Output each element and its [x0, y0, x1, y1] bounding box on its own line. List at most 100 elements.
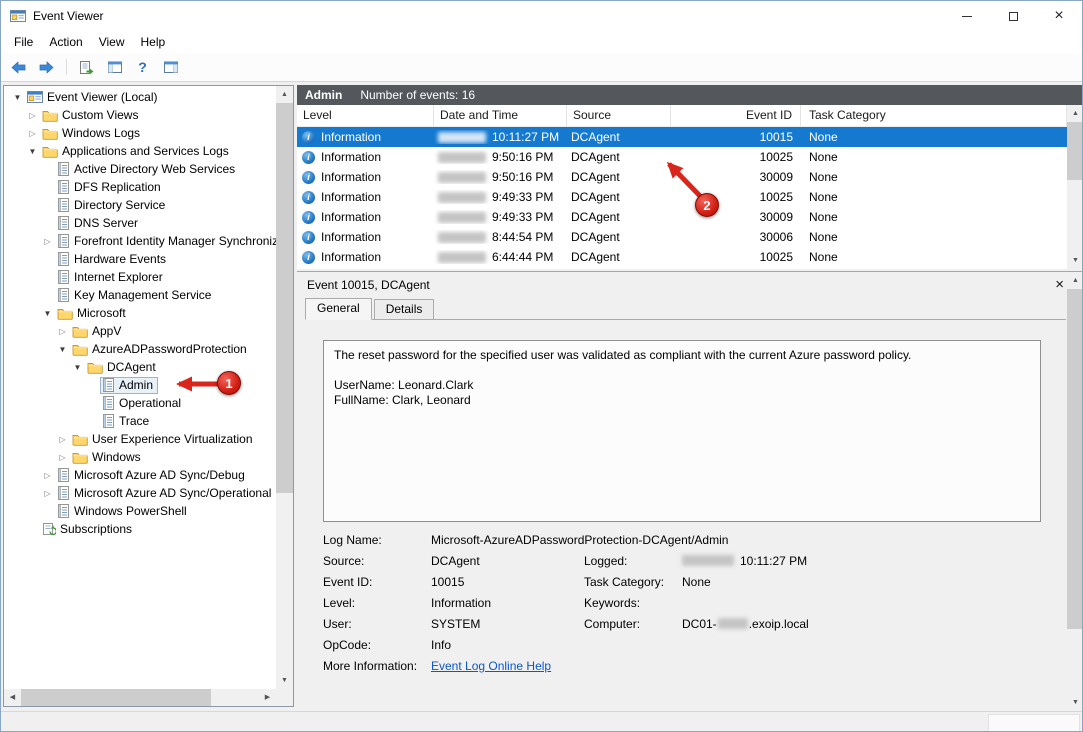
tree-item-subscriptions[interactable]: Subscriptions: [4, 520, 276, 538]
minimize-button[interactable]: [944, 1, 990, 31]
tree-item-applications-and-services-logs[interactable]: ▼Applications and Services Logs: [4, 142, 276, 160]
tree-item-forefront-identity-manager-synchronization[interactable]: ▷Forefront Identity Manager Synchronizat…: [4, 232, 276, 250]
tree-item-azureadpasswordprotection[interactable]: ▼AzureADPasswordProtection: [4, 340, 276, 358]
collapse-icon[interactable]: ▼: [70, 363, 85, 372]
tree-item-label: Directory Service: [74, 198, 165, 212]
tree-item-internet-explorer[interactable]: Internet Explorer: [4, 268, 276, 286]
menu-view[interactable]: View: [91, 35, 133, 49]
scrollbar-thumb[interactable]: [276, 103, 293, 493]
collapse-icon[interactable]: ▼: [40, 309, 55, 318]
tree-item-dns-server[interactable]: DNS Server: [4, 214, 276, 232]
tree-item-appv[interactable]: ▷AppV: [4, 322, 276, 340]
expand-icon[interactable]: ▷: [40, 471, 55, 480]
column-header-task-category[interactable]: Task Category: [801, 105, 1067, 126]
forward-icon[interactable]: [35, 56, 58, 79]
event-log-online-help-link[interactable]: Event Log Online Help: [431, 659, 551, 673]
tree-item-user-experience-virtualization[interactable]: ▷User Experience Virtualization: [4, 430, 276, 448]
event-row[interactable]: iInformation9:49:33 PMDCAgent10025None: [297, 187, 1067, 207]
field-value: 10:11:27 PM: [682, 554, 1054, 572]
menu-file[interactable]: File: [6, 35, 41, 49]
tree-item-body: Forefront Identity Manager Synchronizati…: [55, 233, 276, 250]
scroll-up-icon[interactable]: ▲: [276, 86, 293, 103]
event-row[interactable]: iInformation9:50:16 PMDCAgent30009None: [297, 167, 1067, 187]
tab-details[interactable]: Details: [374, 299, 435, 319]
field-value: Microsoft-AzureADPasswordProtection-DCAg…: [431, 533, 584, 551]
details-header: Event 10015, DCAgent ×: [297, 272, 1083, 297]
tree-item-event-viewer-local[interactable]: ▼Event Viewer (Local): [4, 88, 276, 106]
tree-horizontal-scrollbar[interactable]: ◀ ▶: [4, 689, 276, 706]
field-value: [682, 659, 1054, 677]
tab-general[interactable]: General: [305, 298, 372, 320]
tree-item-microsoft-azure-ad-sync-operational[interactable]: ▷Microsoft Azure AD Sync/Operational: [4, 484, 276, 502]
event-id: 30009: [671, 170, 801, 184]
expand-icon[interactable]: ▷: [55, 453, 70, 462]
tree-item-microsoft-azure-ad-sync-debug[interactable]: ▷Microsoft Azure AD Sync/Debug: [4, 466, 276, 484]
tree-item-active-directory-web-services[interactable]: Active Directory Web Services: [4, 160, 276, 178]
collapse-icon[interactable]: ▼: [25, 147, 40, 156]
scroll-left-icon[interactable]: ◀: [4, 689, 21, 706]
collapse-icon[interactable]: ▼: [55, 345, 70, 354]
event-row[interactable]: iInformation9:50:16 PMDCAgent10025None: [297, 147, 1067, 167]
event-row[interactable]: iInformation9:49:33 PMDCAgent30009None: [297, 207, 1067, 227]
log-icon: [57, 288, 70, 302]
event-row[interactable]: iInformation10:11:27 PMDCAgent10015None: [297, 127, 1067, 147]
back-icon[interactable]: [7, 56, 30, 79]
scroll-right-icon[interactable]: ▶: [259, 689, 276, 706]
event-row[interactable]: iInformation6:44:44 PMDCAgent10025None: [297, 247, 1067, 267]
scrollbar-thumb[interactable]: [21, 689, 211, 706]
scroll-down-icon[interactable]: ▼: [1067, 252, 1083, 269]
scroll-up-icon[interactable]: ▲: [1067, 272, 1083, 289]
column-header-level[interactable]: Level: [297, 105, 434, 126]
show-hide-action-pane-icon[interactable]: [159, 56, 182, 79]
tree-item-hardware-events[interactable]: Hardware Events: [4, 250, 276, 268]
list-vertical-scrollbar[interactable]: ▲ ▼: [1067, 105, 1083, 269]
tree-item-key-management-service[interactable]: Key Management Service: [4, 286, 276, 304]
event-description: The reset password for the specified use…: [323, 340, 1041, 522]
detail-field-row: Log Name:Microsoft-AzureADPasswordProtec…: [323, 530, 1054, 551]
expand-icon[interactable]: ▷: [55, 327, 70, 336]
details-vertical-scrollbar[interactable]: ▲ ▼: [1067, 272, 1083, 711]
scrollbar-thumb[interactable]: [1067, 289, 1083, 629]
log-name: Admin: [305, 88, 342, 102]
description-line: [334, 363, 1030, 378]
tree-item-custom-views[interactable]: ▷Custom Views: [4, 106, 276, 124]
column-header-source[interactable]: Source: [567, 105, 671, 126]
collapse-icon[interactable]: ▼: [10, 93, 25, 102]
detail-field-row: Level:InformationKeywords:: [323, 593, 1054, 614]
tree-item-windows-logs[interactable]: ▷Windows Logs: [4, 124, 276, 142]
expand-icon[interactable]: ▷: [40, 237, 55, 246]
event-source: DCAgent: [567, 190, 671, 204]
scrollbar-thumb[interactable]: [1067, 122, 1083, 180]
tree-item-dfs-replication[interactable]: DFS Replication: [4, 178, 276, 196]
event-task-category: None: [801, 170, 1067, 184]
show-hide-console-tree-icon[interactable]: [103, 56, 126, 79]
column-header-event-id[interactable]: Event ID: [671, 105, 801, 126]
menu-help[interactable]: Help: [133, 35, 174, 49]
expand-icon[interactable]: ▷: [25, 129, 40, 138]
scroll-up-icon[interactable]: ▲: [1067, 105, 1083, 122]
expand-icon[interactable]: ▷: [55, 435, 70, 444]
expand-icon[interactable]: ▷: [25, 111, 40, 120]
tree-item-body: Windows: [70, 449, 146, 466]
tree-vertical-scrollbar[interactable]: ▲ ▼: [276, 86, 293, 689]
menu-action[interactable]: Action: [41, 35, 90, 49]
tree-item-windows-powershell[interactable]: Windows PowerShell: [4, 502, 276, 520]
expand-icon[interactable]: ▷: [40, 489, 55, 498]
scroll-down-icon[interactable]: ▼: [1067, 694, 1083, 711]
close-details-icon[interactable]: ×: [1055, 276, 1064, 293]
tree-item-label: DCAgent: [107, 360, 156, 374]
scroll-down-icon[interactable]: ▼: [276, 672, 293, 689]
tree-item-directory-service[interactable]: Directory Service: [4, 196, 276, 214]
maximize-button[interactable]: [990, 1, 1036, 31]
field-label: Log Name:: [323, 533, 431, 551]
export-icon[interactable]: [75, 56, 98, 79]
close-button[interactable]: ×: [1036, 1, 1082, 31]
field-value: None: [682, 575, 1054, 593]
tree-item-trace[interactable]: Trace: [4, 412, 276, 430]
event-row[interactable]: iInformation8:44:54 PMDCAgent30006None: [297, 227, 1067, 247]
column-header-date-and-time[interactable]: Date and Time: [434, 105, 567, 126]
tree-item-operational[interactable]: Operational: [4, 394, 276, 412]
help-icon[interactable]: ?: [131, 56, 154, 79]
tree-item-windows[interactable]: ▷Windows: [4, 448, 276, 466]
tree-item-microsoft[interactable]: ▼Microsoft: [4, 304, 276, 322]
